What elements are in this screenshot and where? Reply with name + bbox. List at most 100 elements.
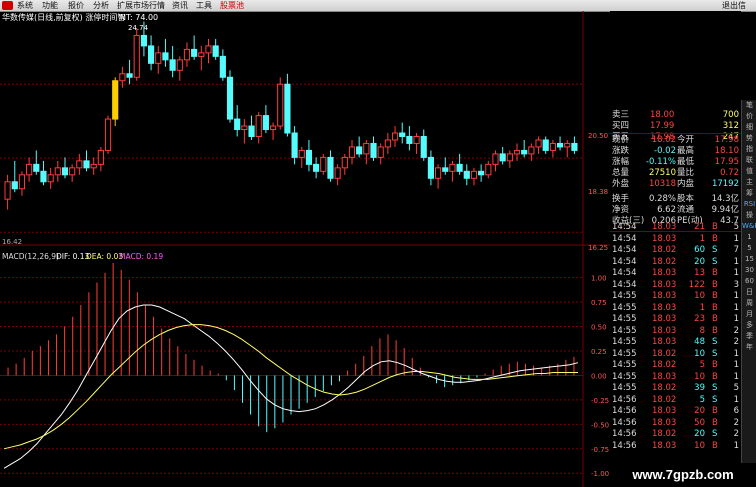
- tick-price: 18.02: [652, 245, 677, 255]
- side-tab[interactable]: W&R: [742, 221, 756, 232]
- tick-volume: 5: [699, 394, 705, 405]
- candle-body: [76, 160, 83, 169]
- candle-body: [226, 76, 234, 120]
- tick-time: 14:56: [612, 406, 637, 416]
- tick-volume: 122: [688, 279, 705, 290]
- stat-row: 总量 27510 量比 0.72: [610, 168, 741, 179]
- tick-time: 14:55: [612, 337, 637, 347]
- menu-item-system[interactable]: 系统: [17, 0, 33, 11]
- side-tab[interactable]: 30: [742, 265, 756, 276]
- candle-body: [83, 160, 90, 169]
- candle-body: [313, 163, 320, 172]
- side-tab[interactable]: 5: [742, 243, 756, 254]
- low-price-label: 16.42: [2, 238, 22, 246]
- tick-time: 14:54: [612, 268, 637, 278]
- stat-value: 17.98: [714, 135, 739, 145]
- candle-body: [198, 52, 205, 57]
- tick-price: 18.03: [652, 417, 677, 428]
- tick-time: 14:55: [612, 371, 637, 382]
- candle-body: [413, 135, 420, 144]
- side-tab[interactable]: 值: [742, 166, 756, 177]
- side-tab[interactable]: 联: [742, 155, 756, 166]
- side-tab[interactable]: 主: [742, 177, 756, 188]
- side-tab[interactable]: 多: [742, 320, 756, 331]
- menu-item-analysis[interactable]: 分析: [93, 0, 109, 11]
- stat-row: 涨跌 -0.02 最高 18.10: [610, 146, 741, 157]
- nt-label: NT: 74.00: [120, 13, 158, 22]
- order-volume: 312: [722, 121, 739, 131]
- candle-body: [18, 174, 26, 190]
- stat-label: 量比: [677, 168, 695, 178]
- tick-volume: 10: [694, 371, 705, 382]
- side-tab[interactable]: 月: [742, 309, 756, 320]
- side-tab[interactable]: RSI: [742, 199, 756, 210]
- menu-item-quote[interactable]: 报价: [68, 0, 84, 11]
- tick-count: 2: [733, 325, 739, 336]
- tick-price: 18.02: [652, 360, 677, 370]
- side-tab[interactable]: 指: [742, 144, 756, 155]
- side-tab[interactable]: 周: [742, 298, 756, 309]
- tick-count: 7: [733, 245, 739, 255]
- tick-row: 14:55 18.02 10 S 1: [610, 349, 741, 360]
- side-tab[interactable]: 势: [742, 133, 756, 144]
- side-tab[interactable]: 1: [742, 232, 756, 243]
- candle-body: [112, 80, 119, 120]
- tick-volume: 10: [694, 348, 705, 359]
- kline-chart[interactable]: 华数传媒(日线,前复权) 涨停时间智 NT: 74.00 24.74 16.42…: [0, 11, 610, 487]
- side-tab[interactable]: 细: [742, 122, 756, 133]
- panel-separator: [610, 231, 741, 232]
- stat-label: 总量: [612, 168, 630, 178]
- menu-item-stock-pool[interactable]: 股票池: [220, 0, 244, 11]
- macd-axis-label: 0.50: [591, 324, 607, 332]
- tick-row: 14:56 18.02 5 S 1: [610, 395, 741, 406]
- candle-body: [248, 125, 255, 137]
- menu-item-function[interactable]: 功能: [42, 0, 58, 11]
- candle-body: [148, 45, 155, 64]
- candle-body: [219, 55, 226, 78]
- menu-item-exit[interactable]: 退出信: [722, 0, 746, 11]
- stat-label: 现价: [612, 135, 630, 145]
- tick-direction: B: [712, 371, 718, 382]
- stat-value: 27510: [648, 168, 676, 178]
- tick-volume: 48: [694, 337, 705, 347]
- tick-direction: B: [712, 325, 718, 336]
- candle-body: [234, 118, 241, 131]
- tick-time: 14:54: [612, 256, 637, 267]
- side-tab[interactable]: 日: [742, 287, 756, 298]
- stat-value: 14.3亿: [711, 194, 739, 204]
- stat-label: 涨跌: [612, 146, 630, 156]
- candle-body: [69, 167, 76, 176]
- tick-row: 14:54 18.03 1 B 1: [610, 234, 741, 245]
- app-logo-icon[interactable]: [2, 1, 13, 10]
- macd-axis-label: -0.50: [591, 421, 609, 429]
- tick-volume: 10: [694, 291, 705, 301]
- candle-body: [54, 167, 61, 176]
- candle-body: [298, 149, 305, 158]
- side-tab[interactable]: 价: [742, 111, 756, 122]
- candle-body: [521, 149, 528, 155]
- side-tab[interactable]: 年: [742, 342, 756, 353]
- candle-body: [406, 135, 413, 144]
- side-tab[interactable]: 60: [742, 276, 756, 287]
- side-tab[interactable]: 筹: [742, 188, 756, 199]
- tick-price: 18.03: [652, 337, 677, 347]
- menu-item-news[interactable]: 资讯: [172, 0, 188, 11]
- menu-item-extended-market[interactable]: 扩展市场行情: [117, 0, 165, 11]
- tick-volume: 13: [694, 268, 705, 278]
- candle-body: [449, 163, 456, 172]
- stat-label: 流通: [677, 205, 695, 215]
- candle-body: [399, 132, 406, 137]
- menu-item-tools[interactable]: 工具: [196, 0, 212, 11]
- tick-price: 18.03: [652, 268, 677, 278]
- tick-count: 1: [733, 268, 739, 278]
- side-tab[interactable]: 15: [742, 254, 756, 265]
- candle-body: [277, 83, 284, 127]
- candle-body: [556, 142, 564, 148]
- macd-name: MACD(12,26,9): [2, 252, 59, 261]
- candle-body: [205, 45, 212, 54]
- candle-body: [26, 163, 33, 176]
- tick-direction: B: [712, 233, 718, 244]
- side-tab[interactable]: 笔: [742, 100, 756, 111]
- side-tab[interactable]: 季: [742, 331, 756, 342]
- side-tab[interactable]: 操: [742, 210, 756, 221]
